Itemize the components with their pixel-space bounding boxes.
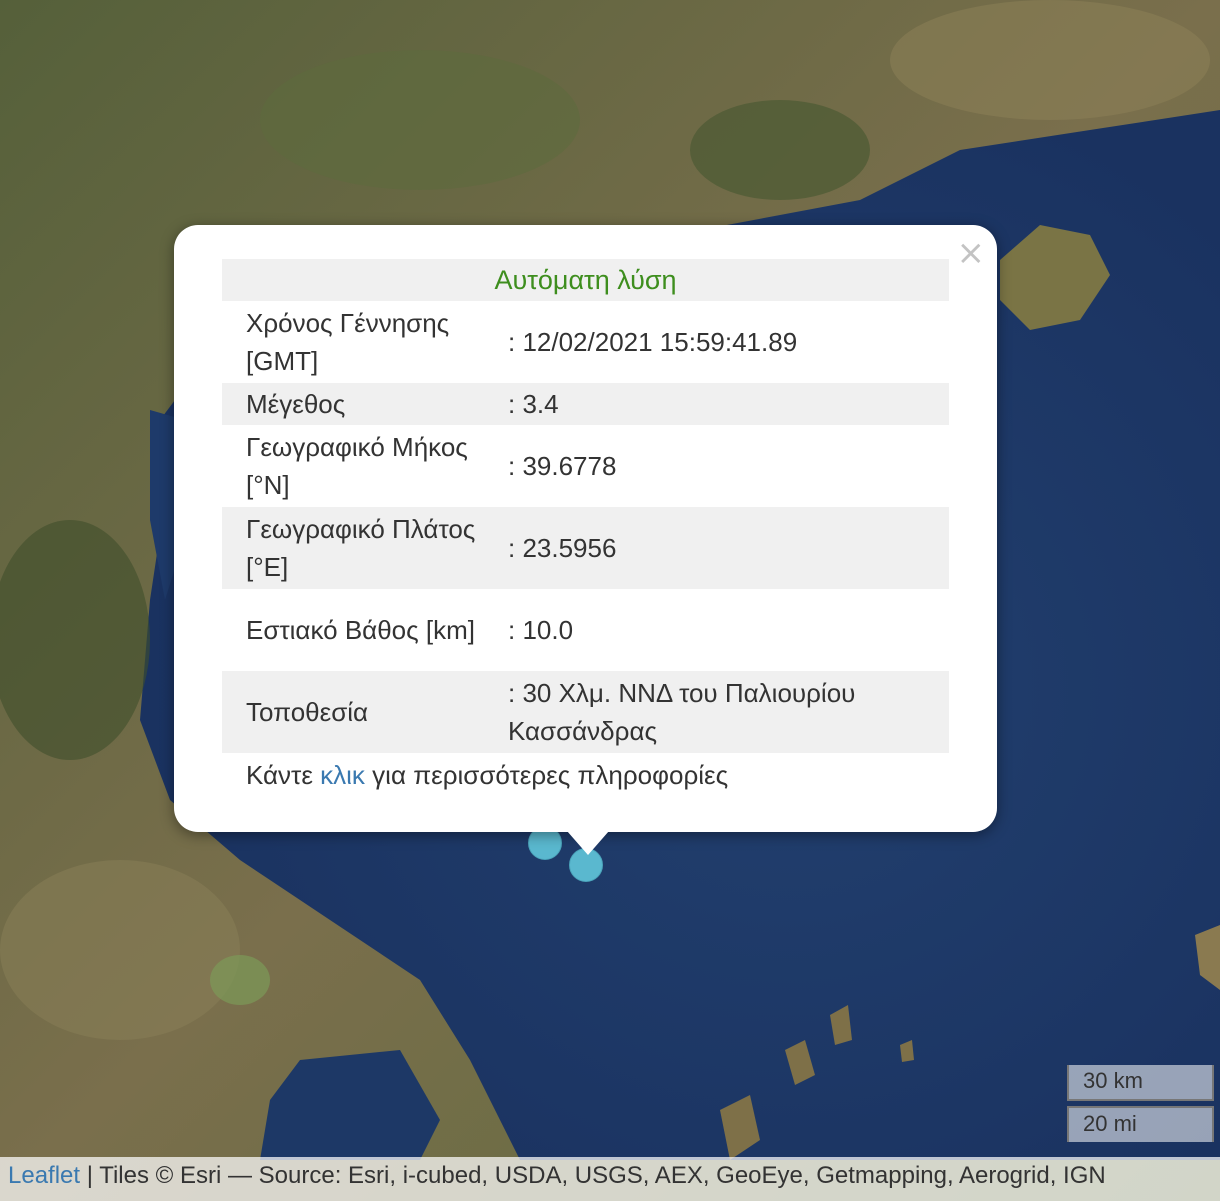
table-row: Μέγεθος : 3.4: [222, 383, 949, 425]
popup-title: Αυτόματη λύση: [222, 259, 949, 301]
popup-tip: [567, 831, 609, 855]
more-info-note: Κάντε κλικ για περισσότερες πληροφορίες: [246, 760, 728, 791]
row-label: Γεωγραφικό Πλάτος [°E]: [222, 507, 488, 589]
popup-info-table: Αυτόματη λύση Χρόνος Γέννησης [GMT] : 12…: [222, 259, 949, 753]
table-row: Χρόνος Γέννησης [GMT] : 12/02/2021 15:59…: [222, 301, 949, 383]
scale-mi: 20 mi: [1067, 1106, 1214, 1142]
more-info-suffix: για περισσότερες πληροφορίες: [372, 760, 729, 790]
row-label: Χρόνος Γέννησης [GMT]: [222, 301, 488, 383]
leaflet-link[interactable]: Leaflet: [8, 1162, 80, 1189]
row-value: : 3.4: [488, 383, 949, 425]
more-info-prefix: Κάντε: [246, 760, 313, 790]
row-value: : 10.0: [488, 589, 949, 671]
table-row: Εστιακό Βάθος [km] : 10.0: [222, 589, 949, 671]
more-info-link[interactable]: κλικ: [320, 760, 365, 790]
scale-km: 30 km: [1067, 1065, 1214, 1101]
map-container[interactable]: × Αυτόματη λύση Χρόνος Γέννησης [GMT] : …: [0, 0, 1220, 1201]
row-value: : 23.5956: [488, 507, 949, 589]
table-row: Γεωγραφικό Μήκος [°N] : 39.6778: [222, 425, 949, 507]
table-row: Τοποθεσία : 30 Χλμ. ΝΝΔ του Παλιουρίου Κ…: [222, 671, 949, 753]
attribution-text: | Tiles © Esri — Source: Esri, i-cubed, …: [80, 1162, 1106, 1189]
earthquake-popup: × Αυτόματη λύση Χρόνος Γέννησης [GMT] : …: [174, 225, 997, 832]
row-label: Μέγεθος: [222, 383, 488, 425]
map-attribution: Leaflet | Tiles © Esri — Source: Esri, i…: [0, 1157, 1220, 1201]
row-value: : 30 Χλμ. ΝΝΔ του Παλιουρίου Κασσάνδρας: [488, 671, 949, 753]
close-icon[interactable]: ×: [957, 233, 986, 273]
row-label: Τοποθεσία: [222, 671, 488, 753]
row-label: Εστιακό Βάθος [km]: [222, 589, 488, 671]
table-row: Γεωγραφικό Πλάτος [°E] : 23.5956: [222, 507, 949, 589]
row-value: : 39.6778: [488, 425, 949, 507]
row-label: Γεωγραφικό Μήκος [°N]: [222, 425, 488, 507]
row-value: : 12/02/2021 15:59:41.89: [488, 301, 949, 383]
